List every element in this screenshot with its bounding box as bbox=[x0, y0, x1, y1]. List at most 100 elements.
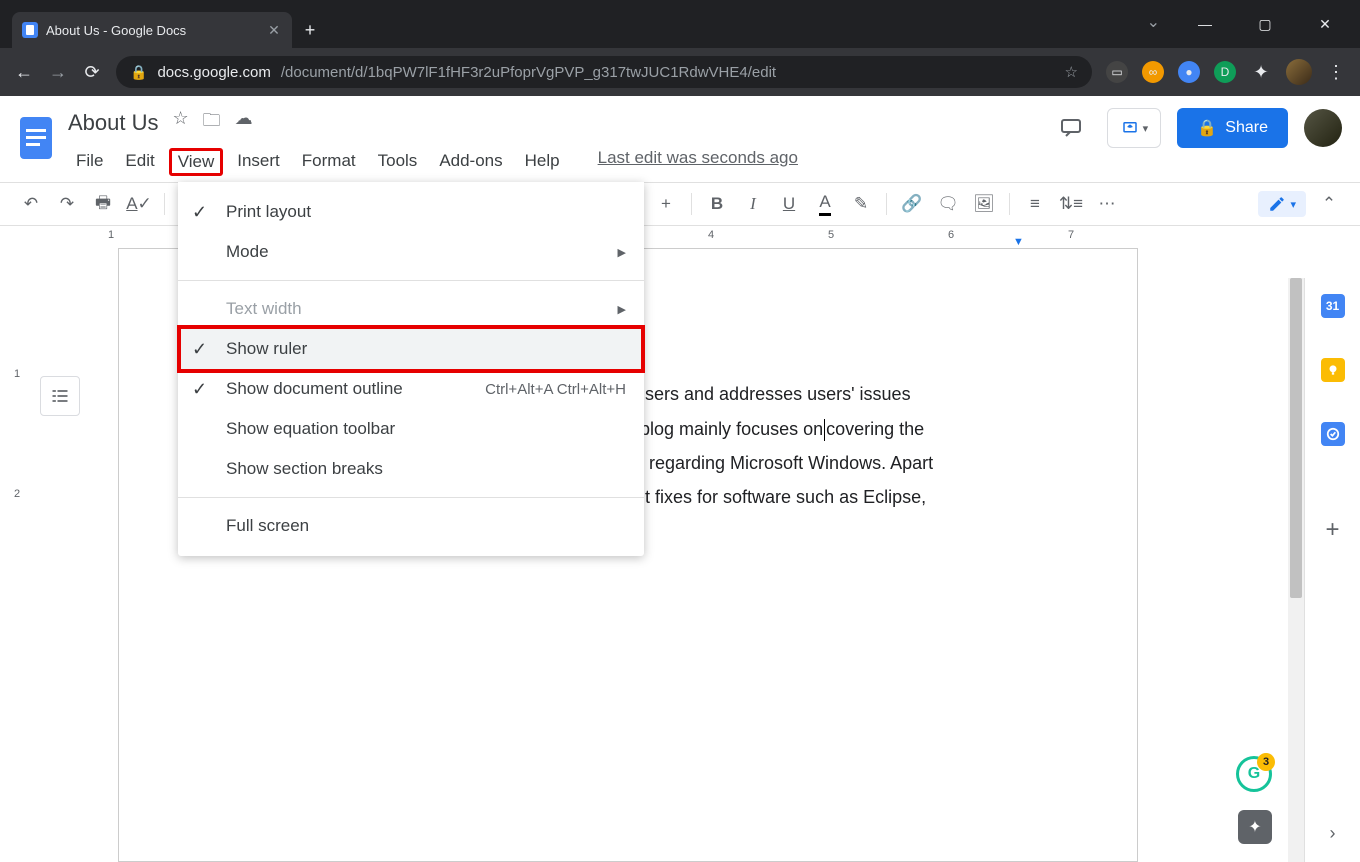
close-window-icon[interactable]: ✕ bbox=[1310, 16, 1340, 33]
menu-view[interactable]: View bbox=[169, 148, 224, 176]
separator bbox=[886, 193, 887, 215]
indent-marker-icon[interactable]: ▼ bbox=[1013, 236, 1024, 248]
address-bar[interactable]: 🔒 docs.google.com/document/d/1bqPW7lF1fH… bbox=[116, 56, 1092, 88]
keep-icon[interactable] bbox=[1321, 358, 1345, 382]
browser-titlebar: About Us - Google Docs ✕ + ⌄ — ▢ ✕ bbox=[0, 0, 1360, 48]
menu-mode[interactable]: Mode ▶ bbox=[178, 232, 644, 272]
menu-separator bbox=[178, 497, 644, 498]
check-icon: ✓ bbox=[192, 379, 207, 400]
chrome-menu-icon[interactable]: ⋮ bbox=[1326, 62, 1346, 83]
separator bbox=[164, 193, 165, 215]
present-button[interactable]: ▾ bbox=[1107, 108, 1161, 148]
forward-icon[interactable]: → bbox=[48, 62, 68, 83]
scrollbar-thumb[interactable] bbox=[1290, 278, 1302, 598]
menu-show-outline[interactable]: ✓ Show document outline Ctrl+Alt+A Ctrl+… bbox=[178, 369, 644, 409]
print-icon[interactable]: 🖶 bbox=[88, 189, 118, 219]
comments-icon[interactable] bbox=[1051, 108, 1091, 148]
url-host: docs.google.com bbox=[157, 64, 270, 81]
chevron-down-icon: ▾ bbox=[1143, 122, 1149, 135]
menubar: File Edit View Insert Format Tools Add-o… bbox=[68, 148, 798, 176]
ext-reader-icon[interactable]: ▭ bbox=[1106, 61, 1128, 83]
chevron-right-icon: ▶ bbox=[618, 246, 626, 259]
menu-format[interactable]: Format bbox=[294, 148, 364, 176]
highlight-icon[interactable]: ✎ bbox=[846, 189, 876, 219]
reload-icon[interactable]: ⟳ bbox=[82, 62, 102, 83]
menu-full-screen[interactable]: Full screen bbox=[178, 506, 644, 546]
menu-file[interactable]: File bbox=[68, 148, 111, 176]
minimize-icon[interactable]: — bbox=[1190, 16, 1220, 32]
lock-icon: 🔒 bbox=[130, 64, 147, 81]
menu-insert[interactable]: Insert bbox=[229, 148, 288, 176]
menu-show-ruler[interactable]: ✓ Show ruler bbox=[178, 329, 644, 369]
vertical-scrollbar[interactable] bbox=[1288, 278, 1304, 862]
extensions-icon[interactable]: ✦ bbox=[1250, 61, 1272, 83]
last-edit-link[interactable]: Last edit was seconds ago bbox=[598, 148, 798, 176]
new-tab-button[interactable]: + bbox=[292, 12, 328, 48]
ext-blue-icon[interactable]: ● bbox=[1178, 61, 1200, 83]
ext-orange-icon[interactable]: ∞ bbox=[1142, 61, 1164, 83]
grammarly-badge[interactable]: G bbox=[1236, 756, 1272, 792]
spellcheck-icon[interactable]: A✓ bbox=[124, 189, 154, 219]
bookmark-icon[interactable]: ☆ bbox=[1065, 63, 1078, 81]
ruler-mark: 5 bbox=[828, 229, 834, 241]
side-panel: 31 + › bbox=[1304, 278, 1360, 862]
move-icon[interactable]: 🗀 bbox=[203, 108, 221, 138]
line-spacing-icon[interactable]: ⇅≡ bbox=[1056, 189, 1086, 219]
separator bbox=[691, 193, 692, 215]
menu-edit[interactable]: Edit bbox=[117, 148, 162, 176]
add-addon-icon[interactable]: + bbox=[1325, 516, 1339, 544]
vruler-mark: 1 bbox=[14, 368, 20, 380]
calendar-icon[interactable]: 31 bbox=[1321, 294, 1345, 318]
comment-icon[interactable]: 🗨 bbox=[933, 189, 963, 219]
collapse-sidepanel-icon[interactable]: › bbox=[1330, 823, 1336, 844]
menu-show-section-breaks[interactable]: Show section breaks bbox=[178, 449, 644, 489]
docs-favicon bbox=[22, 22, 38, 38]
star-icon[interactable]: ☆ bbox=[173, 108, 189, 138]
chevron-down-icon: ▾ bbox=[1290, 198, 1296, 211]
docs-header: About Us ☆ 🗀 ☁ File Edit View Insert For… bbox=[0, 96, 1360, 182]
tab-title: About Us - Google Docs bbox=[46, 23, 186, 38]
undo-icon[interactable]: ↶ bbox=[16, 189, 46, 219]
url-path: /document/d/1bqPW7lF1fHF3r2uPfoprVgPVP_g… bbox=[281, 64, 776, 81]
chevron-right-icon: ▶ bbox=[618, 303, 626, 316]
tasks-icon[interactable] bbox=[1321, 422, 1345, 446]
share-button[interactable]: 🔒 Share bbox=[1177, 108, 1288, 148]
italic-icon[interactable]: I bbox=[738, 189, 768, 219]
editing-mode-button[interactable]: ▾ bbox=[1258, 191, 1306, 217]
bold-icon[interactable]: B bbox=[702, 189, 732, 219]
account-avatar[interactable] bbox=[1304, 109, 1342, 147]
vertical-ruler[interactable]: 1 2 bbox=[0, 248, 38, 862]
ext-green-icon[interactable]: D bbox=[1214, 61, 1236, 83]
collapse-toolbar-icon[interactable]: ⌃ bbox=[1314, 189, 1344, 219]
explore-button[interactable]: ✦ bbox=[1238, 810, 1272, 844]
image-icon[interactable]: 🖼 bbox=[969, 189, 999, 219]
document-outline-toggle[interactable] bbox=[40, 376, 80, 416]
align-icon[interactable]: ≡ bbox=[1020, 189, 1050, 219]
font-plus-icon[interactable]: + bbox=[651, 189, 681, 219]
back-icon[interactable]: ← bbox=[14, 62, 34, 83]
document-title[interactable]: About Us bbox=[68, 110, 159, 136]
lock-icon: 🔒 bbox=[1197, 118, 1217, 138]
menu-addons[interactable]: Add-ons bbox=[431, 148, 510, 176]
check-icon: ✓ bbox=[192, 339, 207, 360]
chrome-profile-avatar[interactable] bbox=[1286, 59, 1312, 85]
menu-separator bbox=[178, 280, 644, 281]
menu-help[interactable]: Help bbox=[517, 148, 568, 176]
menu-text-width: Text width ▶ bbox=[178, 289, 644, 329]
maximize-icon[interactable]: ▢ bbox=[1250, 16, 1280, 33]
text-cursor bbox=[824, 419, 825, 441]
vruler-mark: 2 bbox=[14, 488, 20, 500]
tab-search-icon[interactable]: ⌄ bbox=[1147, 12, 1160, 32]
menu-tools[interactable]: Tools bbox=[370, 148, 426, 176]
browser-tab[interactable]: About Us - Google Docs ✕ bbox=[12, 12, 292, 48]
more-icon[interactable]: ⋯ bbox=[1092, 189, 1122, 219]
underline-icon[interactable]: U bbox=[774, 189, 804, 219]
menu-show-equation-toolbar[interactable]: Show equation toolbar bbox=[178, 409, 644, 449]
docs-logo-icon[interactable] bbox=[12, 108, 60, 168]
text-color-icon[interactable]: A bbox=[810, 189, 840, 219]
link-icon[interactable]: 🔗 bbox=[897, 189, 927, 219]
menu-print-layout[interactable]: ✓ Print layout bbox=[178, 192, 644, 232]
close-tab-icon[interactable]: ✕ bbox=[266, 22, 282, 38]
redo-icon[interactable]: ↷ bbox=[52, 189, 82, 219]
cloud-status-icon[interactable]: ☁ bbox=[235, 108, 253, 138]
